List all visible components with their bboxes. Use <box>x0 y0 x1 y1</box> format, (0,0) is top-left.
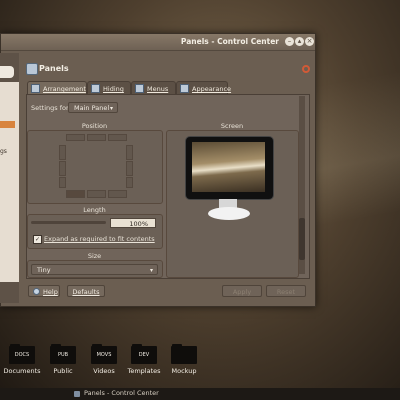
chevron-down-icon: ▾ <box>109 105 113 112</box>
sidebar-search-input[interactable] <box>0 66 14 78</box>
size-value: Tiny <box>37 266 51 274</box>
tab-label: Appearance <box>192 85 232 93</box>
maximize-icon[interactable]: ▴ <box>295 37 304 46</box>
apply-button[interactable]: Apply <box>222 285 262 297</box>
hiding-icon <box>91 84 100 93</box>
tab-hiding[interactable]: Hiding <box>87 81 131 95</box>
help-button[interactable]: Help <box>28 285 60 297</box>
position-top-left[interactable] <box>66 134 85 141</box>
position-bottom-right[interactable] <box>108 190 127 198</box>
public-folder-icon[interactable]: PUB <box>50 344 76 364</box>
settings-for-value: Main Panel <box>74 104 110 112</box>
position-title: Position <box>81 122 108 130</box>
documents-folder-icon[interactable]: DOCS <box>9 344 35 364</box>
minimize-icon[interactable]: – <box>285 37 294 46</box>
position-top-right[interactable] <box>108 134 127 141</box>
help-label: Help <box>43 288 58 296</box>
taskbar <box>0 388 400 400</box>
arrangement-icon <box>31 84 40 93</box>
position-left-middle[interactable] <box>59 161 66 176</box>
reload-icon[interactable] <box>302 65 310 73</box>
sidebar-item-label: gs <box>0 148 7 155</box>
folder-badge: DEV <box>138 352 150 358</box>
length-spinbox[interactable]: 100% <box>110 218 156 228</box>
position-right-bottom[interactable] <box>126 177 133 188</box>
desktop-icon-label: Public <box>53 367 73 375</box>
position-left-top[interactable] <box>59 145 66 160</box>
expand-label: Expand as required to fit contents <box>44 235 155 243</box>
position-right-middle[interactable] <box>126 161 133 176</box>
expand-checkbox[interactable]: ✓ <box>33 235 42 244</box>
position-top-center[interactable] <box>87 134 106 141</box>
folder-badge: MOVS <box>96 352 112 358</box>
defaults-button[interactable]: Defaults <box>67 285 105 297</box>
desktop-icon-label: Videos <box>93 367 115 375</box>
scrollbar-thumb[interactable] <box>299 218 305 260</box>
sidebar-module-list[interactable] <box>0 82 19 282</box>
tab-label: Hiding <box>103 85 124 93</box>
folder-badge: PUB <box>57 352 69 358</box>
tab-menus[interactable]: Menus <box>131 81 176 95</box>
title-bar[interactable]: Panels - Control Center – ▴ × <box>1 34 315 51</box>
control-center-task-icon <box>74 391 80 397</box>
tab-appearance[interactable]: Appearance <box>176 81 232 95</box>
position-right-top[interactable] <box>126 145 133 160</box>
tab-label: Menus <box>147 85 169 93</box>
desktop-icon-label: Documents <box>3 367 41 375</box>
videos-folder-icon[interactable]: MOVS <box>91 344 117 364</box>
help-icon <box>33 288 40 295</box>
tab-label: Arrangement <box>43 85 86 93</box>
position-bottom-left[interactable] <box>66 190 85 198</box>
sidebar-selected-item[interactable] <box>0 121 15 128</box>
size-select[interactable]: Tiny ▾ <box>31 264 158 275</box>
panels-module-icon <box>26 63 38 75</box>
close-icon[interactable]: × <box>305 37 314 46</box>
monitor-screen-preview <box>192 142 265 192</box>
position-left-bottom[interactable] <box>59 177 66 188</box>
mockup-folder-icon[interactable] <box>171 344 197 364</box>
settings-for-select[interactable]: Main Panel ▾ <box>68 102 118 113</box>
monitor-base <box>208 207 250 220</box>
chevron-down-icon: ▾ <box>149 267 153 274</box>
appearance-icon <box>180 84 189 93</box>
settings-for-label: Settings for: <box>31 104 71 112</box>
apply-label: Apply <box>232 288 252 296</box>
screen-title: Screen <box>220 122 244 130</box>
desktop-icon-label: Templates <box>127 367 161 375</box>
tab-arrangement[interactable]: Arrangement <box>27 81 87 95</box>
expand-label-text: Expand as required to fit contents <box>44 235 155 243</box>
window-title: Panels - Control Center <box>180 37 279 46</box>
desktop-icon-label: Mockup <box>171 367 197 375</box>
menus-icon <box>135 84 144 93</box>
folder-badge: DOCS <box>14 352 30 358</box>
defaults-label: Defaults <box>72 288 100 296</box>
taskbar-item[interactable]: Panels - Control Center <box>84 389 159 397</box>
reset-button[interactable]: Reset <box>266 285 306 297</box>
templates-folder-icon[interactable]: DEV <box>131 344 157 364</box>
module-title: Panels <box>39 64 69 73</box>
size-title: Size <box>87 252 102 260</box>
length-slider[interactable] <box>31 221 106 224</box>
reset-label: Reset <box>276 288 296 296</box>
length-title: Length <box>83 206 106 214</box>
position-bottom-center[interactable] <box>87 190 106 198</box>
